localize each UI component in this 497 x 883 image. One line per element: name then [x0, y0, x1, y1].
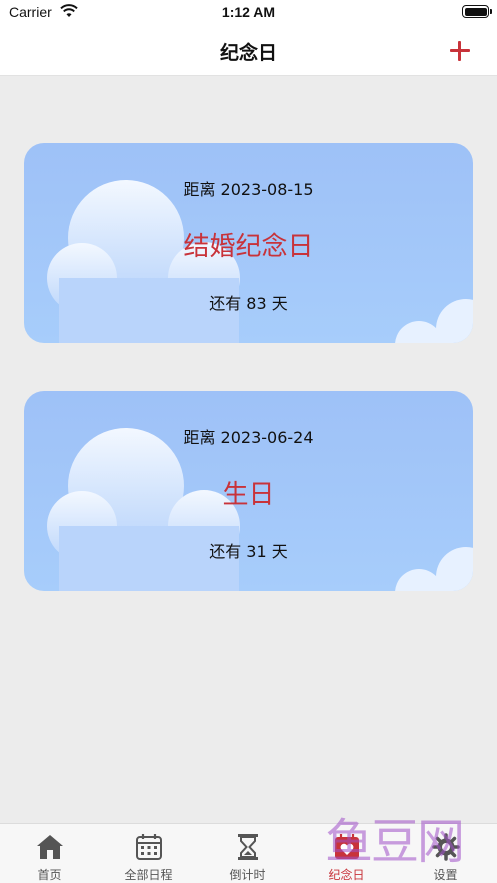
tab-countdown[interactable]: 倒计时 — [198, 824, 297, 883]
target-date: 距离 2023-08-15 — [183, 180, 314, 199]
tab-home-label: 首页 — [37, 868, 62, 882]
tab-all-schedule[interactable]: 全部日程 — [99, 824, 198, 883]
tab-home[interactable]: 首页 — [0, 824, 99, 883]
heart-icon — [335, 834, 359, 859]
tab-anniversary[interactable]: 纪念日 — [297, 824, 396, 883]
tab-bar: 首页 全部日程 倒计时 纪念日 设置 — [0, 823, 497, 883]
add-anniversary-button[interactable] — [445, 36, 475, 66]
tab-all-schedule-label: 全部日程 — [124, 868, 173, 882]
tab-settings-label: 设置 — [433, 868, 458, 882]
clock-time: 1:12 AM — [221, 4, 276, 20]
target-date: 距离 2023-06-24 — [183, 428, 314, 447]
hourglass-icon — [238, 834, 258, 860]
calendar-icon — [136, 834, 162, 860]
home-icon — [37, 835, 63, 859]
anniversary-card[interactable]: 距离 2023-06-24 生日 还有 31 天 — [24, 391, 473, 591]
navigation-bar: 纪念日 — [0, 26, 497, 76]
event-name: 生日 — [222, 480, 275, 510]
event-name: 结婚纪念日 — [183, 232, 314, 262]
tab-anniversary-label: 纪念日 — [328, 868, 365, 882]
battery-icon — [462, 5, 492, 18]
gear-icon — [432, 833, 460, 861]
tab-settings[interactable]: 设置 — [396, 824, 495, 883]
page-title: 纪念日 — [219, 42, 277, 64]
days-remaining: 还有 83 天 — [209, 294, 288, 313]
tab-countdown-label: 倒计时 — [229, 868, 266, 882]
anniversary-card[interactable]: 距离 2023-08-15 结婚纪念日 还有 83 天 — [24, 143, 473, 343]
status-bar: Carrier 1:12 AM — [0, 0, 497, 26]
days-remaining: 还有 31 天 — [209, 542, 288, 561]
